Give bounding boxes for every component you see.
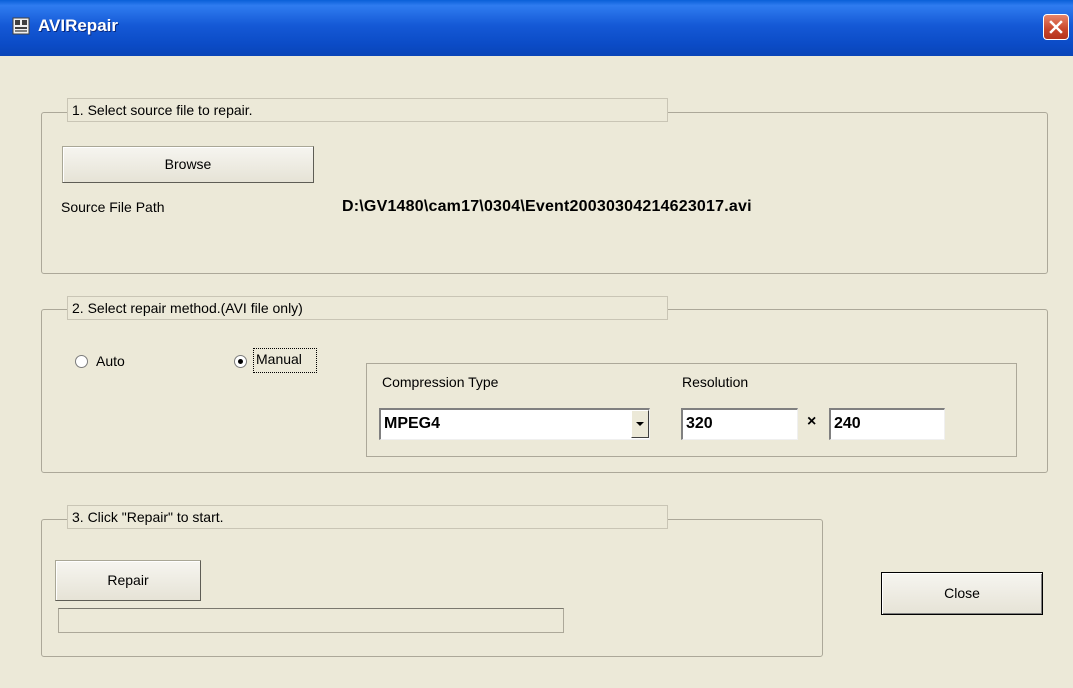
auto-radio-label[interactable]: Auto [96, 353, 125, 369]
close-button[interactable]: Close [881, 572, 1043, 615]
auto-radio[interactable] [75, 355, 88, 368]
manual-radio-label[interactable]: Manual [256, 351, 302, 367]
resolution-height-input[interactable]: 240 [829, 408, 945, 440]
window-title: AVIRepair [38, 16, 118, 35]
group-legend-2: 2. Select repair method.(AVI file only) [67, 296, 668, 320]
resolution-separator: × [807, 413, 817, 430]
repair-progress-bar [58, 608, 564, 633]
radio-selected-dot [238, 359, 243, 364]
compression-type-select[interactable]: MPEG4 [379, 408, 650, 440]
manual-radio[interactable] [234, 355, 247, 368]
source-path-value: D:\GV1480\cam17\0304\Event20030304214623… [342, 198, 752, 215]
resolution-width-input[interactable]: 320 [681, 408, 798, 440]
dropdown-button[interactable] [631, 410, 649, 438]
resolution-label: Resolution [682, 374, 749, 390]
title-bar[interactable]: AVIRepair [0, 0, 1073, 56]
compression-type-label: Compression Type [382, 374, 499, 390]
app-icon [12, 17, 30, 35]
repair-button[interactable]: Repair [55, 560, 201, 601]
group-legend-1: 1. Select source file to repair. [67, 98, 668, 122]
chevron-down-icon [636, 421, 644, 426]
avirepair-window: AVIRepair 1. Select source file to repai… [0, 0, 1073, 688]
dialog-body: 1. Select source file to repair. Browse … [8, 56, 1065, 682]
window-close-button[interactable] [1043, 14, 1069, 40]
browse-button[interactable]: Browse [62, 146, 314, 183]
group-select-source [41, 112, 1048, 274]
source-path-label: Source File Path [61, 199, 165, 215]
compression-type-value: MPEG4 [384, 415, 441, 432]
close-icon [1049, 20, 1063, 34]
group-legend-3: 3. Click "Repair" to start. [67, 505, 668, 529]
